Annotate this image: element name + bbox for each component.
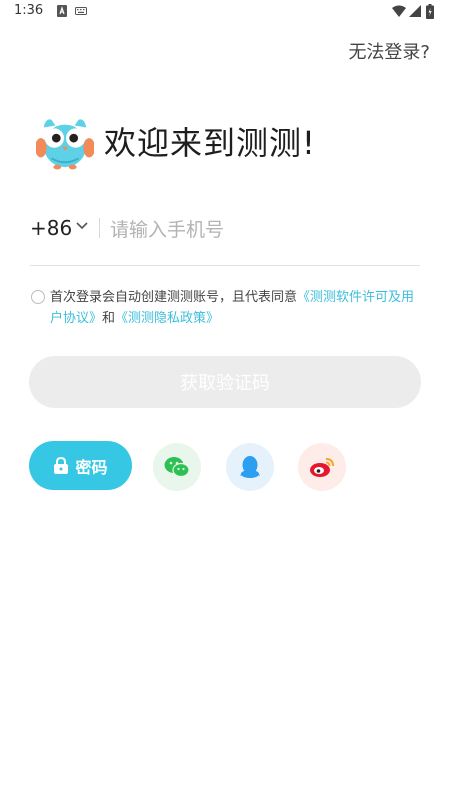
agreement-prefix: 首次登录会自动创建测测账号，且代表同意: [50, 290, 298, 305]
wechat-icon: [164, 457, 190, 478]
battery-icon: [426, 4, 434, 19]
chevron-down-icon[interactable]: [76, 222, 88, 230]
country-code-selector[interactable]: +86: [30, 216, 72, 240]
wechat-login-button[interactable]: [153, 443, 201, 491]
signal-icon: [409, 5, 421, 17]
agreement-connector: 和: [102, 311, 116, 326]
notification-a-icon: [57, 5, 67, 17]
status-time: 1:36: [14, 3, 44, 18]
agreement-checkbox[interactable]: [31, 290, 45, 304]
status-bar: 1:36: [0, 0, 450, 24]
wifi-icon: [392, 5, 406, 17]
password-login-button[interactable]: 密码: [29, 441, 132, 490]
qq-icon: [240, 456, 260, 478]
keyboard-icon: [75, 7, 87, 15]
qq-login-button[interactable]: [226, 443, 274, 491]
cannot-login-link[interactable]: 无法登录?: [348, 38, 430, 64]
privacy-link[interactable]: 《测测隐私政策》: [115, 311, 219, 326]
phone-input[interactable]: [108, 211, 412, 249]
get-code-button[interactable]: 获取验证码: [29, 356, 421, 408]
lock-icon: [54, 457, 69, 474]
divider: [99, 218, 100, 238]
welcome-title: 欢迎来到测测!: [104, 124, 316, 162]
owl-logo: [36, 119, 94, 170]
input-underline: [30, 265, 420, 266]
weibo-login-button[interactable]: [298, 443, 346, 491]
password-label: 密码: [75, 457, 108, 477]
weibo-icon: [310, 458, 334, 477]
agreement-text: 首次登录会自动创建测测账号，且代表同意《测测软件许可及用户协议》和《测测隐私政策…: [50, 287, 420, 329]
